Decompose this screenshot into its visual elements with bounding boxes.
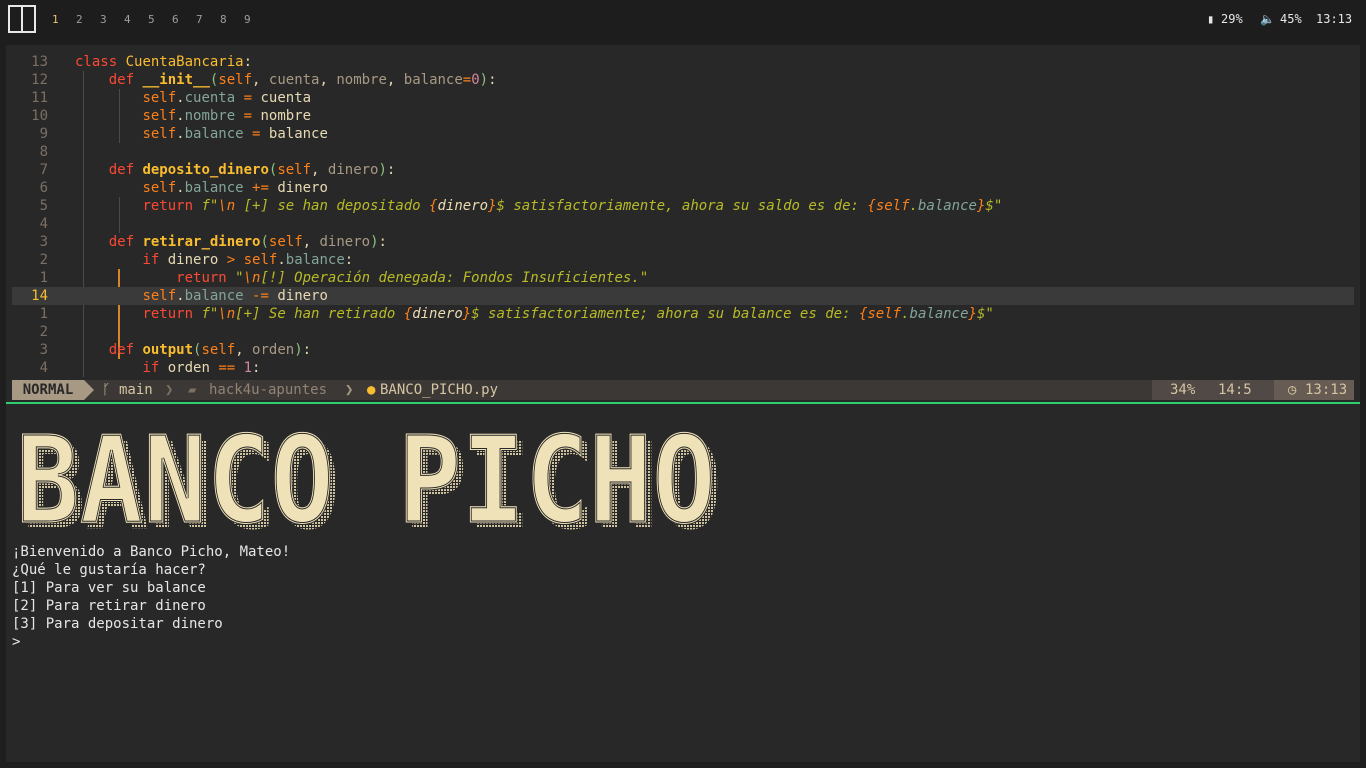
code-line[interactable]: 1 return f"\n[+] Se han retirado {dinero… <box>12 305 1354 323</box>
scroll-percent-segment: 34% <box>1152 380 1212 400</box>
line-number: 11 <box>31 90 48 106</box>
code-line[interactable]: 12 def __init__(self, cuenta, nombre, ba… <box>12 71 1354 89</box>
line-number: 5 <box>39 198 48 214</box>
code-text: self.balance = balance <box>142 126 328 142</box>
line-number: 3 <box>39 234 48 250</box>
chevron-right-icon: ❯ <box>165 382 174 398</box>
python-icon: ● <box>367 382 376 398</box>
folder-name: hack4u-apuntes <box>209 382 328 398</box>
workspace-6[interactable]: 6 <box>172 13 179 26</box>
code-line[interactable]: 8 <box>12 143 1354 161</box>
terminal-output-line: [1] Para ver su balance <box>12 580 206 596</box>
line-number: 14 <box>31 288 48 304</box>
terminal-output-line: [3] Para depositar dinero <box>12 616 223 632</box>
terminal-output-line: [2] Para retirar dinero <box>12 598 206 614</box>
volume-level: 45% <box>1280 12 1302 26</box>
code-text: if dinero > self.balance: <box>142 252 354 268</box>
terminal-pane[interactable]: BANCO PICHO BANCO PICHO BANCO PICHO ¡Bienv… <box>6 406 1360 762</box>
code-text: def output(self, orden): <box>108 342 312 358</box>
code-line[interactable]: 4 if orden == 1: <box>12 359 1354 377</box>
line-number: 4 <box>39 216 48 232</box>
clock-icon: ◷ <box>1288 382 1297 398</box>
status-line: NORMAL ᚴ main ❯ ▰ hack4u-apuntes ❯ ● BAN… <box>12 380 1354 400</box>
code-text: self.nombre = nombre <box>142 108 312 124</box>
workspace-3[interactable]: 3 <box>100 13 107 26</box>
line-number: 1 <box>39 306 48 322</box>
code-line[interactable]: 1 return "\n[!] Operación denegada: Fond… <box>12 269 1354 287</box>
code-line[interactable]: 6 self.balance += dinero <box>12 179 1354 197</box>
line-number: 13 <box>31 54 48 70</box>
statusline-clock: 13:13 <box>1305 382 1348 398</box>
code-text: class CuentaBancaria: <box>75 54 253 70</box>
workspace-2[interactable]: 2 <box>76 13 83 26</box>
git-branch: main <box>119 382 153 398</box>
battery-level: 29% <box>1221 12 1243 26</box>
code-line[interactable]: 14 self.balance -= dinero <box>12 287 1354 305</box>
line-number: 9 <box>39 126 48 142</box>
cursor-position: 14:5 <box>1218 382 1252 398</box>
code-line[interactable]: 3 def output(self, orden): <box>12 341 1354 359</box>
workspace-5[interactable]: 5 <box>148 13 155 26</box>
line-number: 6 <box>39 180 48 196</box>
code-text: def retirar_dinero(self, dinero): <box>108 234 387 250</box>
code-line[interactable]: 3 def retirar_dinero(self, dinero): <box>12 233 1354 251</box>
code-text: self.cuenta = cuenta <box>142 90 312 106</box>
code-line[interactable]: 10 self.nombre = nombre <box>12 107 1354 125</box>
code-line[interactable]: 7 def deposito_dinero(self, dinero): <box>12 161 1354 179</box>
top-bar: 1 2 3 4 5 6 7 8 9 ▮ 29% 🔈 45% 13:13 <box>0 0 1366 40</box>
cursor-position-segment: 14:5 <box>1212 380 1274 400</box>
workspace-1[interactable]: 1 <box>52 13 59 26</box>
line-number: 2 <box>39 324 48 340</box>
chevron-right-icon: ❯ <box>345 382 354 398</box>
code-text: self.balance += dinero <box>142 180 328 196</box>
code-text: return f"\n [+] se han depositado {diner… <box>142 198 1003 214</box>
code-line[interactable]: 2 <box>12 323 1354 341</box>
folder-icon: ▰ <box>188 382 197 398</box>
code-editor[interactable]: 13 class CuentaBancaria: 12 def __init__(s… <box>6 53 1360 377</box>
line-number: 2 <box>39 252 48 268</box>
line-number: 4 <box>39 360 48 376</box>
line-number: 7 <box>39 162 48 178</box>
banner-text: BANCO PICHO <box>16 426 716 534</box>
line-number: 8 <box>39 144 48 160</box>
terminal-output-line: ¡Bienvenido a Banco Picho, Mateo! <box>12 544 291 560</box>
layout-icon[interactable] <box>8 5 36 33</box>
workspace-8[interactable]: 8 <box>220 13 227 26</box>
volume-icon: 🔈 <box>1260 12 1275 26</box>
code-line[interactable]: 13 class CuentaBancaria: <box>12 53 1354 71</box>
line-number: 12 <box>31 72 48 88</box>
statusline-clock-segment: ◷ 13:13 <box>1274 380 1354 400</box>
line-number: 1 <box>39 270 48 286</box>
workspace-4[interactable]: 4 <box>124 13 131 26</box>
scroll-percent: 34% <box>1170 382 1196 398</box>
input-prompt[interactable]: > <box>12 633 20 651</box>
code-text: def deposito_dinero(self, dinero): <box>108 162 396 178</box>
banner-ascii-art: BANCO PICHOBANCO PICHOBANCO PICHO <box>15 426 721 534</box>
pane-divider[interactable] <box>6 402 1360 404</box>
clock: 13:13 <box>1316 12 1353 26</box>
powerline-separator <box>84 380 94 400</box>
battery-icon: ▮ <box>1207 12 1215 26</box>
code-text: def __init__(self, cuenta, nombre, balan… <box>108 72 497 88</box>
line-number: 10 <box>31 108 48 124</box>
code-text: return "\n[!] Operación denegada: Fondos… <box>176 270 649 286</box>
workspace-9[interactable]: 9 <box>244 13 251 26</box>
workspace-7[interactable]: 7 <box>196 13 203 26</box>
code-line[interactable]: 9 self.balance = balance <box>12 125 1354 143</box>
line-number: 3 <box>39 342 48 358</box>
code-text: self.balance -= dinero <box>142 288 328 304</box>
code-line[interactable]: 4 <box>12 215 1354 233</box>
code-line[interactable]: 2 if dinero > self.balance: <box>12 251 1354 269</box>
code-line[interactable]: 11 self.cuenta = cuenta <box>12 89 1354 107</box>
git-branch-icon: ᚴ <box>102 382 111 398</box>
code-line[interactable]: 5 return f"\n [+] se han depositado {din… <box>12 197 1354 215</box>
file-name: BANCO_PICHO.py <box>380 382 499 398</box>
terminal-output-line: ¿Qué le gustaría hacer? <box>12 562 206 578</box>
terminal-window[interactable]: 13 class CuentaBancaria: 12 def __init__(s… <box>6 45 1360 762</box>
code-text: return f"\n[+] Se han retirado {dinero}$… <box>142 306 994 322</box>
vim-mode: NORMAL <box>12 380 84 400</box>
code-text: if orden == 1: <box>142 360 261 376</box>
